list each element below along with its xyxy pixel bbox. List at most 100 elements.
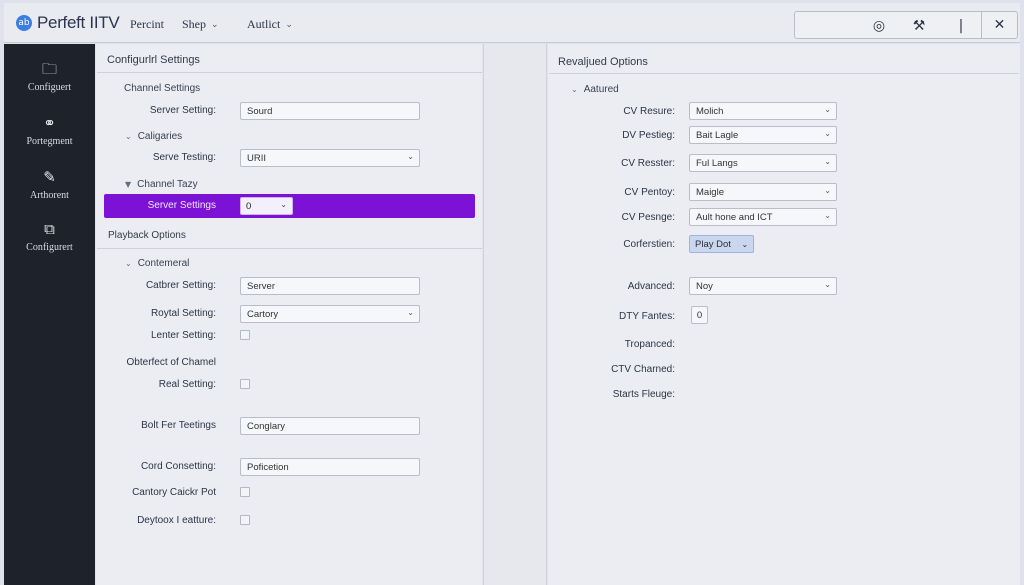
- corferstien-select[interactable]: Play Dot ⌄: [689, 235, 755, 253]
- starts-fleuge-label: Starts Fleuge:: [612, 389, 675, 400]
- catbrer-setting-label: Catbrer Setting:: [145, 280, 216, 291]
- bolt-fer-label: Bolt Fer Teetings: [141, 420, 216, 431]
- group-header-aatured[interactable]: ⌄ Aatured: [571, 84, 619, 95]
- divider: [549, 73, 1019, 74]
- section-title-playback: Playback Options: [108, 230, 186, 241]
- divider: [97, 248, 482, 249]
- menu-label: Shep: [182, 17, 206, 31]
- dv-pestieg-label: DV Pestieg:: [622, 130, 675, 141]
- app-logo: ab Perfeft IITV: [16, 13, 120, 33]
- lenter-setting-label: Lenter Setting:: [150, 330, 216, 341]
- server-settings-label: Server Settings: [147, 200, 216, 211]
- select-value: Play Dot: [695, 239, 731, 250]
- advanced-label: Advanced:: [627, 281, 675, 292]
- group-header-categories[interactable]: ⌄ Caligaries: [125, 131, 182, 142]
- section-title-advanced-options: Revaljued Options: [558, 56, 648, 68]
- group-header-channel-tazy[interactable]: ▼ Channel Tazy: [125, 179, 198, 190]
- sidebar-item-label: Arthorent: [30, 190, 69, 201]
- caret-down-icon: ▼: [125, 180, 132, 189]
- advanced-select[interactable]: Noy ⌄: [689, 277, 837, 295]
- select-value: Noy: [696, 281, 713, 292]
- panel-gutter: [483, 44, 547, 585]
- server-settings-select[interactable]: 0 ⌄: [240, 197, 293, 215]
- sidebar-item-configurert[interactable]: ⧉ Configurert: [4, 220, 95, 253]
- select-value: Maigle: [696, 187, 724, 198]
- cv-resster-select[interactable]: Ful Langs ⌄: [689, 154, 837, 172]
- chevron-down-icon: ⌄: [407, 308, 414, 317]
- ctv-charned-label: CTV Charned:: [611, 364, 675, 375]
- serve-testing-label: Serve Testing:: [152, 152, 216, 163]
- chevron-down-icon: ⌄: [824, 280, 831, 289]
- title-bar: ab Perfeft IITV Percint Shep ⌄ Autlict ⌄…: [4, 3, 1020, 43]
- sidebar-item-arthorent[interactable]: ✎ Arthorent: [4, 168, 95, 201]
- chevron-down-icon: ⌄: [211, 19, 219, 29]
- chevron-down-icon: ⌄: [125, 132, 132, 141]
- chevron-down-icon: ⌄: [824, 186, 831, 195]
- server-setting-input[interactable]: Sourd: [240, 102, 420, 120]
- group-header-channel-settings: Channel Settings: [124, 83, 201, 94]
- brush-icon: ✎: [43, 168, 56, 186]
- tools-icon[interactable]: ⚒: [905, 16, 933, 36]
- select-value: Cartory: [247, 309, 279, 320]
- chevron-down-icon: ⌄: [741, 240, 749, 249]
- cord-consetting-input[interactable]: Poficetion: [240, 458, 420, 476]
- corferstien-label: Corferstien:: [623, 239, 675, 250]
- folder-icon: 🗀: [41, 60, 57, 78]
- cv-pentoy-select[interactable]: Maigle ⌄: [689, 183, 837, 201]
- sidebar-item-label: Configurert: [26, 242, 73, 253]
- app-title: Perfeft IITV: [37, 13, 120, 32]
- lenter-setting-checkbox[interactable]: [240, 330, 250, 340]
- cv-resure-label: CV Resure:: [623, 106, 675, 117]
- chevron-down-icon: ⌄: [280, 200, 287, 209]
- close-icon[interactable]: ✕: [981, 12, 1017, 38]
- select-value: Ault hone and ICT: [696, 212, 773, 223]
- cv-resster-label: CV Resster:: [621, 158, 675, 169]
- roytal-setting-select[interactable]: Cartory ⌄: [240, 305, 420, 323]
- chevron-down-icon: ⌄: [571, 85, 578, 94]
- deytoox-checkbox[interactable]: [240, 515, 250, 525]
- info-icon[interactable]: |: [947, 16, 975, 36]
- sidebar-item-configuert[interactable]: 🗀 Configuert: [4, 60, 95, 93]
- real-setting-checkbox[interactable]: [240, 379, 250, 389]
- tropanced-label: Tropanced:: [624, 339, 675, 350]
- group-header-contemeral[interactable]: ⌄ Contemeral: [125, 258, 189, 269]
- chevron-down-icon: ⌄: [285, 19, 293, 29]
- bolt-fer-input[interactable]: Conglary: [240, 417, 420, 435]
- cv-pesnge-select[interactable]: Ault hone and ICT ⌄: [689, 208, 837, 226]
- sidebar: 🗀 Configuert ⚭ Portegment ✎ Arthorent ⧉ …: [4, 44, 95, 585]
- select-value: Molich: [696, 106, 724, 117]
- settings-card-icon: ⧉: [44, 220, 55, 238]
- serve-testing-select[interactable]: URII ⌄: [240, 149, 420, 167]
- cantory-checkbox[interactable]: [240, 487, 250, 497]
- menu-label: Autlict: [247, 17, 281, 31]
- dty-fantes-input[interactable]: 0: [691, 306, 708, 324]
- select-value: 0: [246, 201, 252, 212]
- dty-fantes-label: DTY Fantes:: [619, 311, 675, 322]
- cord-consetting-label: Cord Consetting:: [140, 461, 216, 472]
- dv-pestieg-select[interactable]: Bait Lagle ⌄: [689, 126, 837, 144]
- select-value: Bait Lagle: [696, 130, 739, 141]
- section-title-configuration: Configurlrl Settings: [107, 54, 200, 66]
- catbrer-setting-input[interactable]: Server: [240, 277, 420, 295]
- sidebar-item-portegment[interactable]: ⚭ Portegment: [4, 114, 95, 147]
- target-icon[interactable]: ◎: [865, 16, 893, 36]
- app-window: ab Perfeft IITV Percint Shep ⌄ Autlict ⌄…: [0, 0, 1024, 585]
- chevron-down-icon: ⌄: [824, 129, 831, 138]
- sidebar-item-label: Configuert: [27, 82, 72, 93]
- roytal-setting-label: Roytal Setting:: [150, 308, 216, 319]
- select-value: URII: [247, 153, 266, 164]
- chevron-down-icon: ⌄: [824, 211, 831, 220]
- menu-item-shep[interactable]: Shep ⌄: [182, 17, 219, 32]
- chevron-down-icon: ⌄: [824, 105, 831, 114]
- sidebar-item-label: Portegment: [26, 136, 73, 147]
- logo-icon: ab: [16, 15, 32, 31]
- menu-item-percint[interactable]: Percint: [130, 17, 164, 32]
- server-setting-label: Server Setting:: [149, 105, 216, 116]
- chevron-down-icon: ⌄: [125, 259, 132, 268]
- cv-resure-select[interactable]: Molich ⌄: [689, 102, 837, 120]
- menu-item-autlict[interactable]: Autlict ⌄: [247, 17, 293, 32]
- window-controls: ◎ ⚒ | ✕: [794, 11, 1018, 39]
- cv-pentoy-label: CV Pentoy:: [624, 187, 675, 198]
- chevron-down-icon: ⌄: [407, 152, 414, 161]
- menu-label: Percint: [130, 17, 164, 31]
